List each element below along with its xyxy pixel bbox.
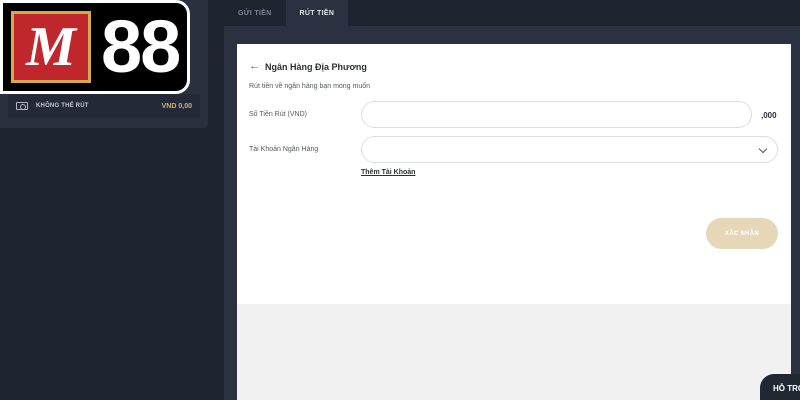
balance-label: KHÔNG THỂ RÚT [36, 103, 89, 109]
panel-footer [237, 304, 791, 400]
back-link[interactable]: ← Ngân Hàng Địa Phương [249, 61, 367, 72]
transaction-tabs: GỬI TIỀN RÚT TIỀN [224, 0, 349, 26]
bank-account-select[interactable] [361, 136, 778, 163]
arrow-left-icon[interactable]: ← [249, 61, 260, 72]
page-subtitle: Rút tiền về ngân hàng bạn mong muốn [249, 83, 371, 90]
tab-deposit[interactable]: GỬI TIỀN [224, 0, 286, 26]
add-account-link[interactable]: Thêm Tài Khoản [361, 169, 415, 176]
bank-account-label: Tài Khoản Ngân Hàng [249, 146, 319, 153]
page-title: Ngân Hàng Địa Phương [265, 61, 367, 72]
logo-number: 88 [101, 5, 181, 88]
chevron-down-icon [758, 144, 768, 154]
amount-label: Số Tiền Rút (VND) [249, 111, 307, 118]
withdraw-panel: ← Ngân Hàng Địa Phương Rút tiền về ngân … [237, 44, 791, 400]
support-button[interactable]: HỖ TRỢ [760, 374, 800, 400]
balance-value: VND 0,00 [161, 102, 192, 110]
cash-icon [16, 102, 28, 110]
tab-withdraw[interactable]: RÚT TIỀN [285, 0, 349, 26]
amount-input[interactable] [361, 101, 752, 128]
m88-logo: M 88 [0, 0, 190, 94]
logo-m-mark: M [11, 11, 91, 83]
amount-suffix: ,000 [761, 111, 777, 120]
withdrawable-balance-row: KHÔNG THỂ RÚT VND 0,00 [8, 94, 200, 118]
confirm-button[interactable]: XÁC NHẬN [706, 218, 778, 249]
